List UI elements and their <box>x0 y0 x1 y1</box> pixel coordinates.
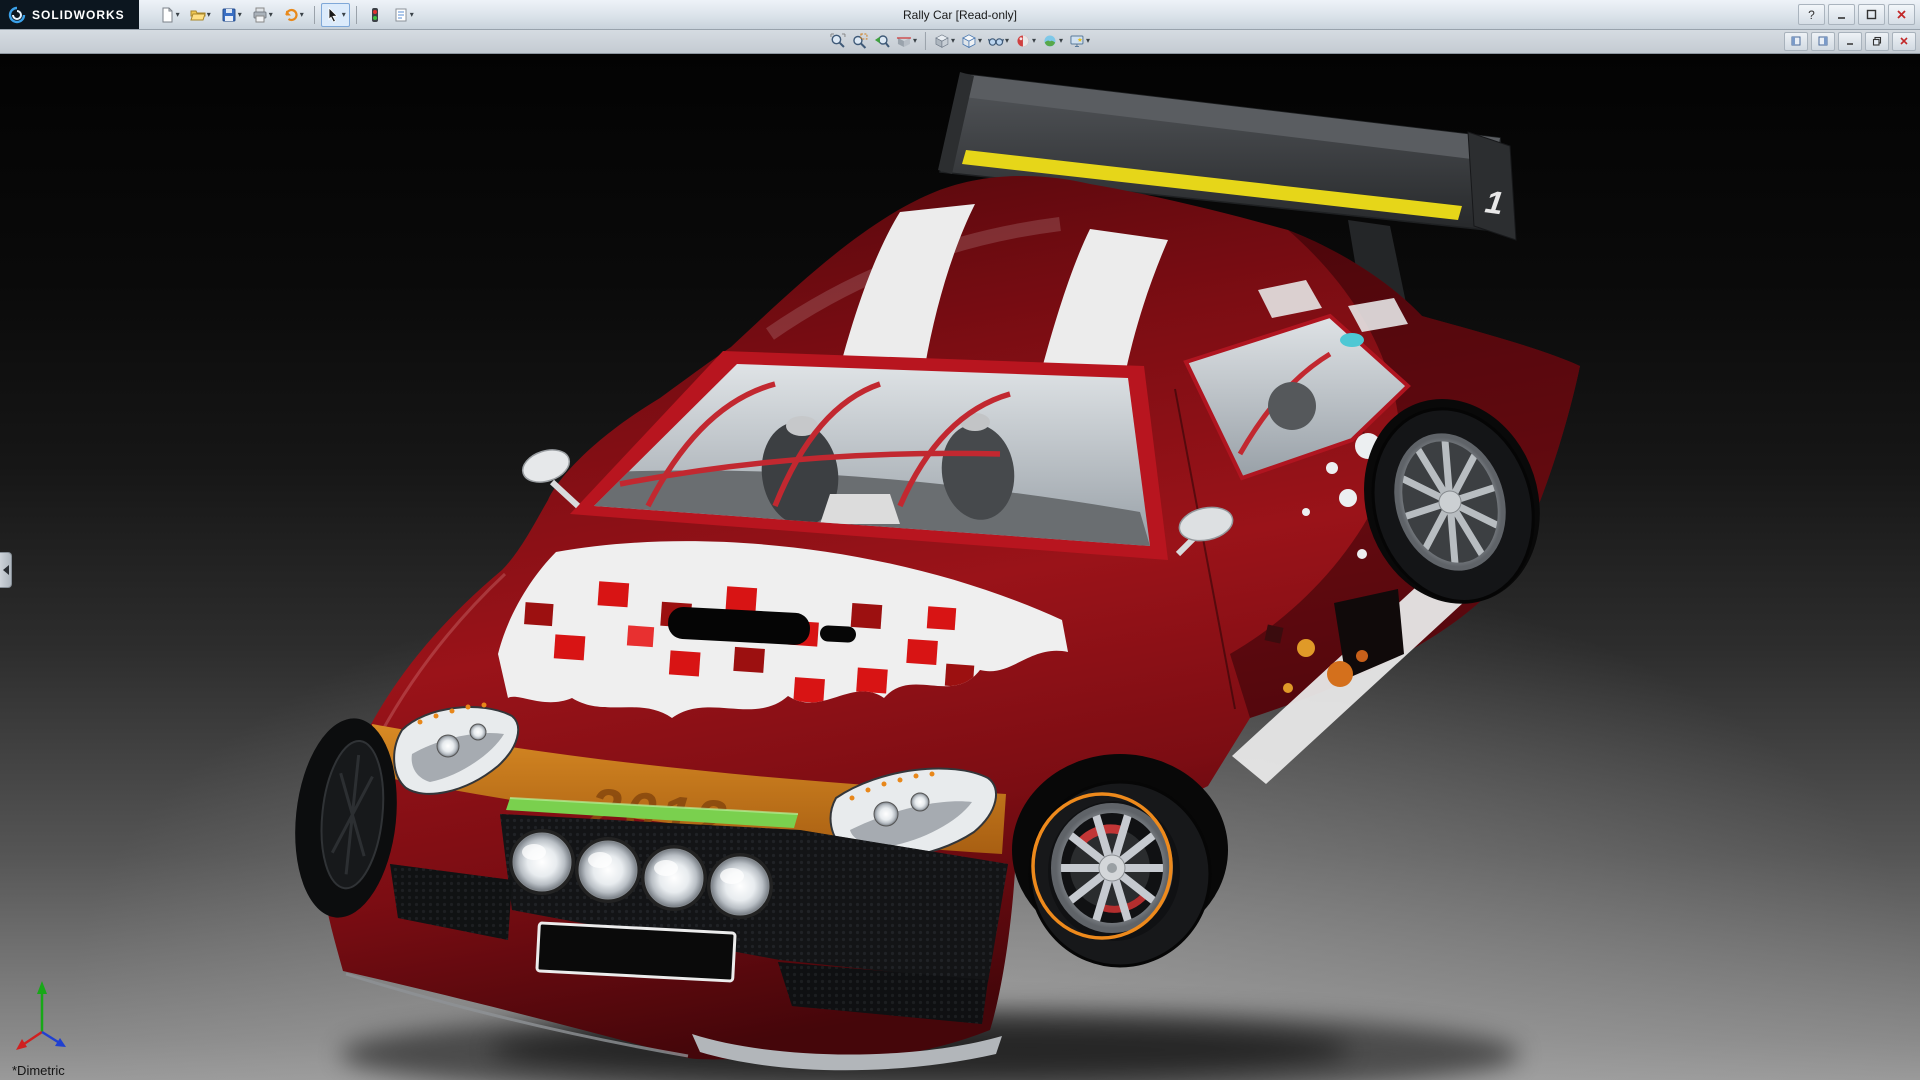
dropdown-arrow-icon[interactable]: ▾ <box>269 11 273 19</box>
minimize-icon <box>1836 9 1847 20</box>
edit-appearance-button[interactable]: ▾ <box>1013 31 1038 51</box>
apply-scene-button[interactable]: ▾ <box>1040 31 1065 51</box>
hide-show-glasses-icon <box>988 33 1004 49</box>
help-icon: ? <box>1808 8 1815 22</box>
display-style-icon <box>961 33 977 49</box>
dropdown-arrow-icon[interactable]: ▾ <box>1059 37 1063 45</box>
dropdown-arrow-icon[interactable]: ▾ <box>1086 37 1090 45</box>
brand-text: SOLIDWORKS <box>32 8 125 22</box>
zoom-to-area-button[interactable] <box>850 31 870 51</box>
pane-right-icon <box>1818 36 1828 46</box>
hood-intake-small <box>820 625 857 643</box>
close-icon <box>1896 9 1907 20</box>
dropdown-arrow-icon[interactable]: ▾ <box>913 37 917 45</box>
view-orientation-cube-icon <box>934 33 950 49</box>
pane-right-button[interactable] <box>1811 32 1835 51</box>
doc-close-button[interactable] <box>1892 32 1916 51</box>
dropdown-arrow-icon[interactable]: ▾ <box>342 11 346 19</box>
new-document-icon <box>159 7 175 23</box>
dropdown-arrow-icon[interactable]: ▾ <box>300 11 304 19</box>
zoom-to-area-icon <box>852 33 868 49</box>
pane-left-button[interactable] <box>1784 32 1808 51</box>
options-button[interactable]: ▾ <box>389 3 418 27</box>
edit-appearance-sphere-icon <box>1015 33 1031 49</box>
main-toolbar: ▾ ▾ ▾ ▾ ▾ <box>155 3 418 27</box>
zoom-to-fit-icon <box>830 33 846 49</box>
print-icon <box>252 7 268 23</box>
document-window-controls <box>1784 29 1916 53</box>
section-view-button[interactable]: ▾ <box>894 31 919 51</box>
window-title: Rally Car [Read-only] <box>903 8 1017 22</box>
save-icon <box>221 7 237 23</box>
apply-scene-icon <box>1042 33 1058 49</box>
zoom-to-fit-button[interactable] <box>828 31 848 51</box>
save-button[interactable]: ▾ <box>217 3 246 27</box>
solidworks-logo: SOLIDWORKS <box>0 0 139 29</box>
dropdown-arrow-icon[interactable]: ▾ <box>176 11 180 19</box>
y-axis-arrow <box>37 981 47 994</box>
view-orientation-button[interactable]: ▾ <box>932 31 957 51</box>
toolbar-separator <box>314 6 315 24</box>
close-button[interactable] <box>1888 4 1915 25</box>
view-settings-button[interactable]: ▾ <box>1067 31 1092 51</box>
dropdown-arrow-icon[interactable]: ▾ <box>978 37 982 45</box>
maximize-button[interactable] <box>1858 4 1885 25</box>
dropdown-arrow-icon[interactable]: ▾ <box>951 37 955 45</box>
toolbar-separator <box>925 32 926 50</box>
front-right-wheel[interactable] <box>1012 754 1228 966</box>
fuel-cap <box>1265 625 1284 644</box>
section-view-icon <box>896 33 912 49</box>
undo-icon <box>283 7 299 23</box>
dropdown-arrow-icon[interactable]: ▾ <box>410 11 414 19</box>
pane-left-icon <box>1791 36 1801 46</box>
graphics-viewport[interactable]: 1 <box>0 54 1920 1080</box>
undo-button[interactable]: ▾ <box>279 3 308 27</box>
open-folder-icon <box>190 7 206 23</box>
previous-view-icon <box>874 33 890 49</box>
toolbar-separator <box>356 6 357 24</box>
display-style-button[interactable]: ▾ <box>959 31 984 51</box>
doc-restore-button[interactable] <box>1865 32 1889 51</box>
dassault-systemes-logo-icon <box>8 6 26 24</box>
reference-triad <box>14 972 94 1056</box>
previous-view-button[interactable] <box>872 31 892 51</box>
dropdown-arrow-icon[interactable]: ▾ <box>1032 37 1036 45</box>
rebuild-button[interactable] <box>363 3 387 27</box>
dropdown-arrow-icon[interactable]: ▾ <box>207 11 211 19</box>
doc-close-icon <box>1899 36 1909 46</box>
rebuild-icon <box>367 7 383 23</box>
help-button[interactable]: ? <box>1798 4 1825 25</box>
doc-restore-icon <box>1872 36 1882 46</box>
heads-up-toolbar: ▾ ▾ ▾ ▾ <box>828 29 1092 53</box>
collapse-arrow-icon <box>3 565 9 575</box>
select-cursor-icon <box>325 7 341 23</box>
minimize-button[interactable] <box>1828 4 1855 25</box>
select-tool-button[interactable]: ▾ <box>321 3 350 27</box>
heads-up-toolbar-row: ▾ ▾ ▾ ▾ <box>0 29 1920 54</box>
graphics-area[interactable]: 1 <box>0 54 1920 1080</box>
dropdown-arrow-icon[interactable]: ▾ <box>1005 37 1009 45</box>
license-plate <box>537 923 735 981</box>
feature-manager-collapsed-tab[interactable] <box>0 552 12 588</box>
hide-show-items-button[interactable]: ▾ <box>986 31 1011 51</box>
titlebar: SOLIDWORKS ▾ ▾ ▾ <box>0 0 1920 30</box>
print-button[interactable]: ▾ <box>248 3 277 27</box>
new-document-button[interactable]: ▾ <box>155 3 184 27</box>
dropdown-arrow-icon[interactable]: ▾ <box>238 11 242 19</box>
view-settings-icon <box>1069 33 1085 49</box>
window-controls: ? <box>1798 4 1920 25</box>
x-axis-arrow <box>16 1039 27 1050</box>
options-sheet-icon <box>393 7 409 23</box>
open-button[interactable]: ▾ <box>186 3 215 27</box>
maximize-icon <box>1866 9 1877 20</box>
orientation-label: *Dimetric <box>12 1063 65 1078</box>
doc-minimize-icon <box>1845 36 1855 46</box>
doc-minimize-button[interactable] <box>1838 32 1862 51</box>
